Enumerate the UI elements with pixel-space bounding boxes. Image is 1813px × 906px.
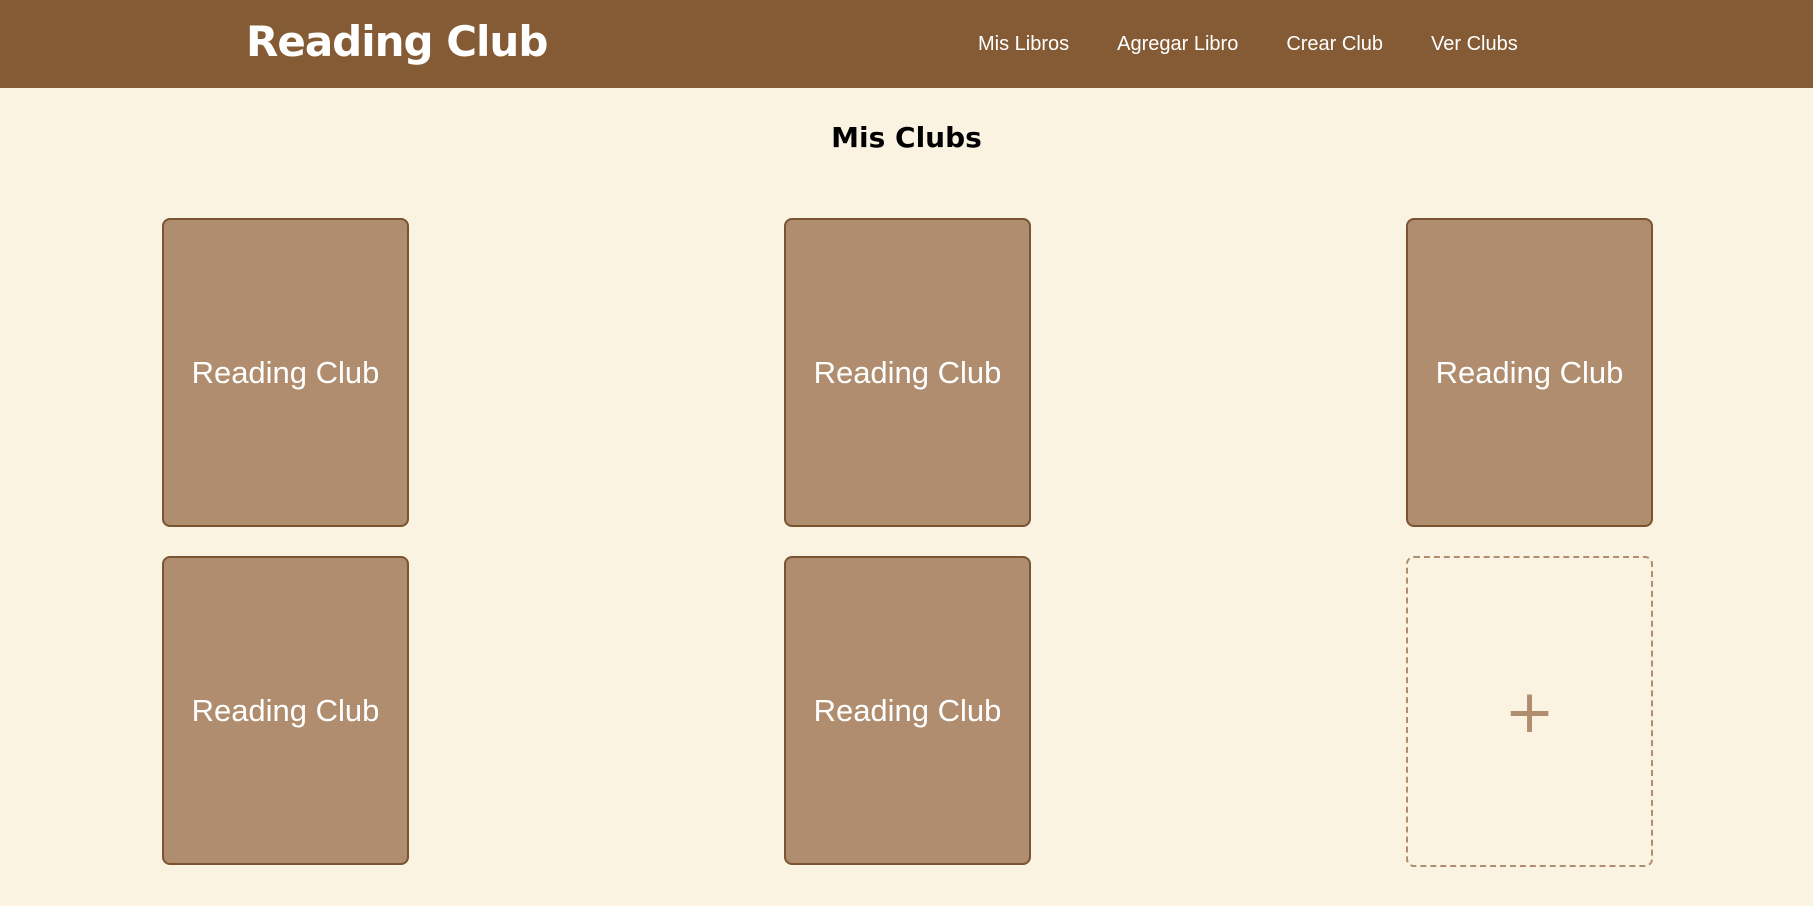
plus-icon: + (1504, 676, 1555, 747)
club-card[interactable]: Reading Club (1406, 218, 1653, 527)
club-card-name: Reading Club (813, 692, 1002, 728)
page-title: Mis Clubs (831, 121, 982, 154)
brand-logo[interactable]: Reading Club (246, 16, 548, 68)
nav-link-mis-libros[interactable]: Mis Libros (978, 33, 1069, 56)
club-card[interactable]: Reading Club (784, 218, 1031, 527)
club-card-name: Reading Club (191, 692, 380, 728)
nav-link-agregar-libro[interactable]: Agregar Libro (1117, 33, 1238, 56)
nav-link-ver-clubs[interactable]: Ver Clubs (1431, 33, 1518, 56)
club-card[interactable]: Reading Club (162, 218, 409, 527)
club-card-name: Reading Club (191, 354, 380, 390)
club-card[interactable]: Reading Club (784, 556, 1031, 865)
nav-link-crear-club[interactable]: Crear Club (1286, 33, 1383, 56)
navbar: Reading Club Mis Libros Agregar Libro Cr… (0, 0, 1813, 88)
club-card[interactable]: Reading Club (162, 556, 409, 865)
club-card-name: Reading Club (813, 354, 1002, 390)
club-card-name: Reading Club (1435, 354, 1624, 390)
nav-links: Mis Libros Agregar Libro Crear Club Ver … (978, 0, 1566, 88)
add-club-button[interactable]: + (1406, 556, 1653, 867)
